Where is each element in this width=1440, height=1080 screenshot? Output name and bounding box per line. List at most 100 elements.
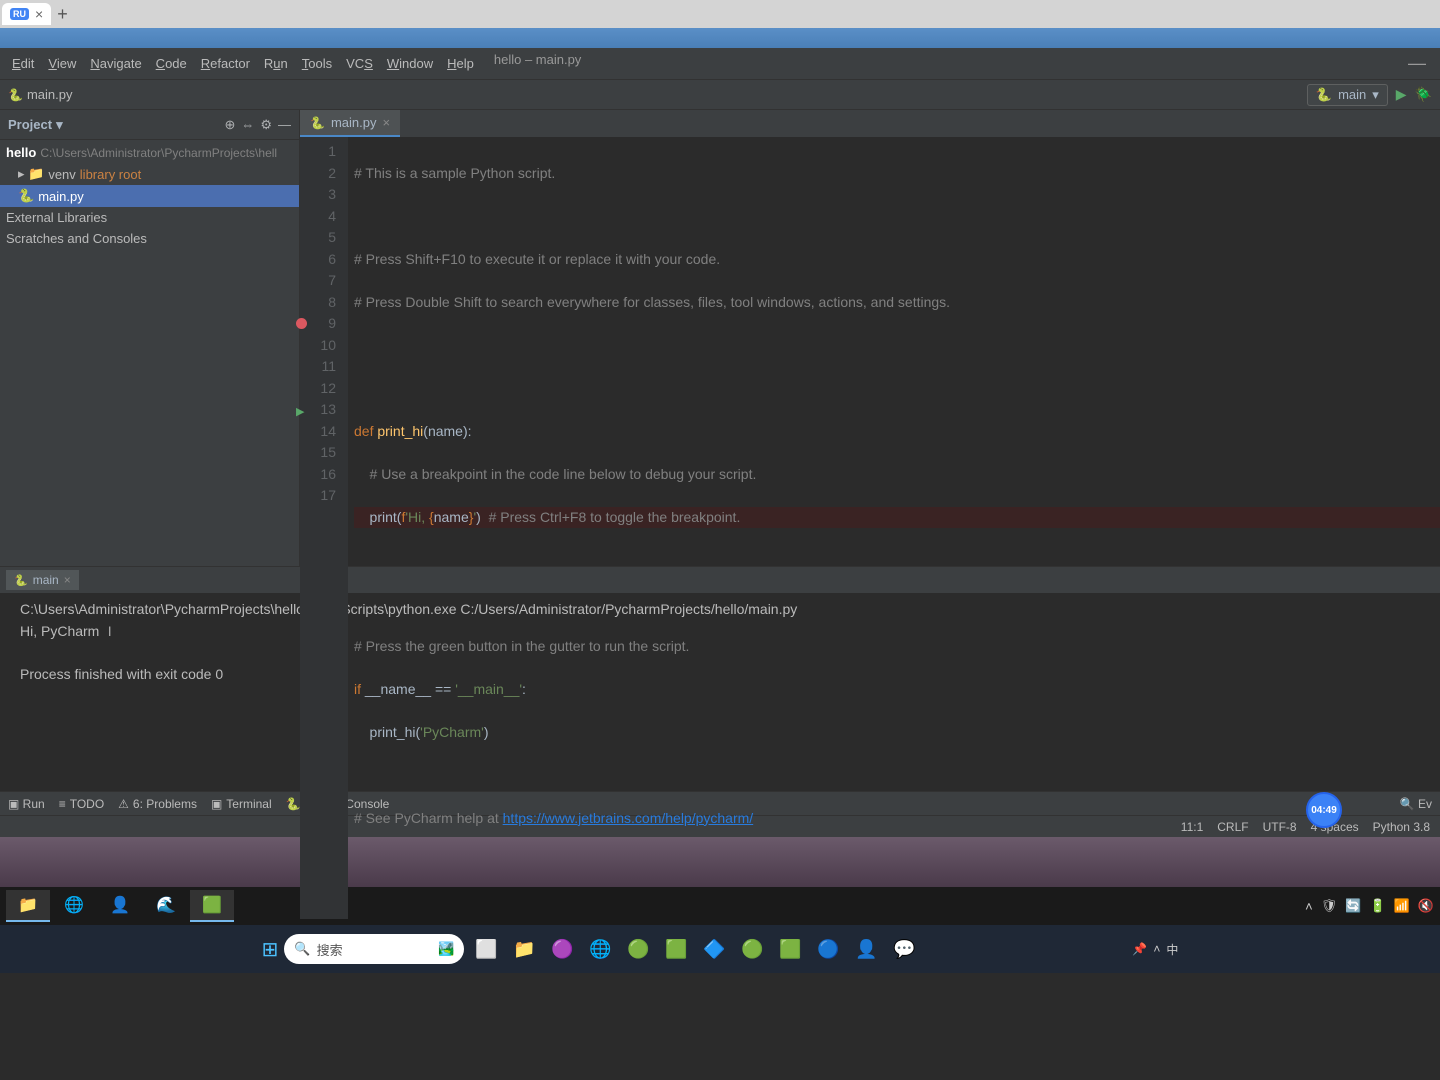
new-tab-button[interactable]: + — [57, 4, 68, 25]
menu-navigate[interactable]: Navigate — [84, 52, 147, 75]
browser-tab[interactable]: RU × — [2, 3, 51, 25]
run-button[interactable]: ▶ — [1396, 86, 1407, 103]
project-name: hello — [6, 145, 36, 160]
taskbar-explorer[interactable]: 📁 — [508, 933, 540, 965]
taskbar-app-1[interactable]: 🟣 — [546, 933, 578, 965]
close-icon[interactable]: × — [382, 115, 390, 130]
scratches-label: Scratches and Consoles — [6, 231, 147, 246]
taskbar-app-2[interactable]: 🟢 — [622, 933, 654, 965]
chevron-down-icon: ▾ — [1372, 87, 1379, 103]
project-tree: hello C:\Users\Administrator\PycharmProj… — [0, 140, 299, 251]
tab-favicon: RU — [10, 8, 29, 20]
recording-timer-badge: 04:49 — [1306, 792, 1342, 828]
project-path: C:\Users\Administrator\PycharmProjects\h… — [40, 146, 277, 160]
tree-main-py[interactable]: 🐍 main.py — [0, 185, 299, 207]
editor-tab-bar: 🐍 main.py × — [300, 110, 1440, 137]
tray-volume-icon[interactable]: 🔇 — [1418, 898, 1434, 914]
venv-label: venv — [48, 167, 75, 182]
close-icon[interactable]: × — [64, 573, 71, 587]
hide-icon[interactable]: — — [278, 117, 291, 133]
run-tab-main[interactable]: 🐍 main × — [6, 570, 79, 590]
tray-lang[interactable]: 中 — [1166, 941, 1178, 958]
python-icon: 🐍 — [14, 574, 28, 587]
menu-run[interactable]: Run — [258, 52, 294, 75]
tray-sync-icon[interactable]: 🔄 — [1345, 898, 1361, 914]
text-cursor-icon: I — [108, 623, 112, 639]
collapse-icon[interactable]: ⇔ — [241, 117, 254, 133]
tree-external-libs[interactable]: External Libraries — [0, 207, 299, 228]
taskbar-taskview[interactable]: ⬜ — [470, 933, 502, 965]
taskbar-app-7[interactable]: 👤 — [850, 933, 882, 965]
chevron-down-icon[interactable]: ▾ — [56, 117, 63, 133]
breakpoint-icon[interactable] — [296, 318, 307, 329]
tab-problems[interactable]: ⚠ 6: Problems — [118, 797, 197, 811]
tray-battery-icon[interactable]: 🔋 — [1369, 898, 1385, 914]
search-placeholder: 搜索 — [317, 940, 343, 959]
menu-vcs[interactable]: VCS — [340, 52, 379, 75]
locate-icon[interactable]: ⊕ — [224, 117, 235, 133]
sidebar-header: Project ▾ ⊕ ⇔ ⚙ — — [0, 110, 299, 140]
menu-tools[interactable]: Tools — [296, 52, 338, 75]
taskbar-win11: ⊞ 🔍 搜索 🏞️ ⬜ 📁 🟣 🌐 🟢 🟩 🔷 🟢 🟩 🔵 👤 💬 📌 ˄ 中 — [0, 925, 1440, 973]
menu-help[interactable]: Help — [441, 52, 480, 75]
editor-tab-main[interactable]: 🐍 main.py × — [300, 110, 400, 137]
external-label: External Libraries — [6, 210, 107, 225]
breadcrumb-file: main.py — [27, 87, 73, 102]
run-tab-label: main — [33, 573, 59, 587]
settings-icon[interactable]: ⚙ — [260, 117, 272, 133]
status-encoding[interactable]: UTF-8 — [1263, 820, 1297, 834]
code-area[interactable]: # This is a sample Python script. # Pres… — [348, 137, 1440, 919]
python-file-icon: 🐍 — [310, 116, 325, 130]
tree-venv[interactable]: ▸ 📁 venv library root — [0, 163, 299, 185]
taskbar-pycharm[interactable]: 🟩 — [660, 933, 692, 965]
library-root-badge: library root — [80, 167, 141, 182]
window-title: hello – main.py — [494, 52, 581, 75]
tray-pin-icon[interactable]: 📌 — [1132, 942, 1147, 956]
taskbar-wechat[interactable]: 💬 — [888, 933, 920, 965]
main-area: Project ▾ ⊕ ⇔ ⚙ — hello C:\Users\Adminis… — [0, 110, 1440, 566]
tree-scratches[interactable]: Scratches and Consoles — [0, 228, 299, 249]
start-button[interactable]: ⊞ — [262, 937, 279, 962]
gutter[interactable]: 1234 5678 9 101112 13▶ 14151617 — [300, 137, 348, 919]
tab-run[interactable]: ▣ Run — [8, 797, 45, 811]
taskbar-app-edge[interactable]: 🌊 — [144, 890, 188, 922]
menu-view[interactable]: View — [42, 52, 82, 75]
tab-terminal[interactable]: ▣ Terminal — [211, 797, 272, 811]
menu-refactor[interactable]: Refactor — [195, 52, 256, 75]
taskbar-app-explorer[interactable]: 📁 — [6, 890, 50, 922]
window-frame-strip — [0, 28, 1440, 48]
code-editor[interactable]: 1234 5678 9 101112 13▶ 14151617 # This i… — [300, 137, 1440, 919]
event-log-button[interactable]: 🔍 Ev — [1400, 797, 1432, 811]
taskbar-app-3[interactable]: 🔷 — [698, 933, 730, 965]
menu-code[interactable]: Code — [150, 52, 193, 75]
taskbar-chrome[interactable]: 🌐 — [584, 933, 616, 965]
tray-wifi-icon[interactable]: 📶 — [1394, 898, 1410, 914]
taskbar-app-6[interactable]: 🔵 — [812, 933, 844, 965]
project-sidebar: Project ▾ ⊕ ⇔ ⚙ — hello C:\Users\Adminis… — [0, 110, 300, 566]
search-box[interactable]: 🔍 搜索 🏞️ — [284, 934, 464, 964]
taskbar-app-pycharm[interactable]: 🟩 — [190, 890, 234, 922]
tray-up-icon[interactable]: ˄ — [1153, 942, 1160, 956]
debug-button[interactable]: 🪲 — [1415, 86, 1432, 103]
status-interpreter[interactable]: Python 3.8 — [1373, 820, 1430, 834]
run-config-selector[interactable]: 🐍 main ▾ — [1307, 84, 1388, 106]
run-config-name: main — [1338, 87, 1366, 102]
minimize-button[interactable]: — — [1400, 53, 1434, 74]
taskbar-app-5[interactable]: 🟩 — [774, 933, 806, 965]
tray-chevron-icon[interactable]: ˄ — [1305, 899, 1313, 914]
tab-todo[interactable]: ≡ TODO — [59, 797, 104, 811]
status-caret-pos[interactable]: 11:1 — [1181, 820, 1203, 834]
status-line-ending[interactable]: CRLF — [1217, 820, 1248, 834]
tree-project-root[interactable]: hello C:\Users\Administrator\PycharmProj… — [0, 142, 299, 163]
search-decoration-icon: 🏞️ — [438, 941, 454, 957]
taskbar-app-4[interactable]: 🟢 — [736, 933, 768, 965]
menu-window[interactable]: Window — [381, 52, 439, 75]
breadcrumb[interactable]: 🐍 main.py — [8, 87, 72, 102]
menu-edit[interactable]: Edit — [6, 52, 40, 75]
python-file-icon: 🐍 — [18, 188, 34, 204]
ide-toolbar: 🐍 main.py 🐍 main ▾ ▶ 🪲 — [0, 80, 1440, 110]
tray-shield-icon[interactable]: 🛡 — [1321, 898, 1338, 914]
taskbar-app-chrome[interactable]: 🌐 — [52, 890, 96, 922]
close-icon[interactable]: × — [35, 6, 43, 22]
taskbar-app-avatar[interactable]: 👤 — [98, 890, 142, 922]
